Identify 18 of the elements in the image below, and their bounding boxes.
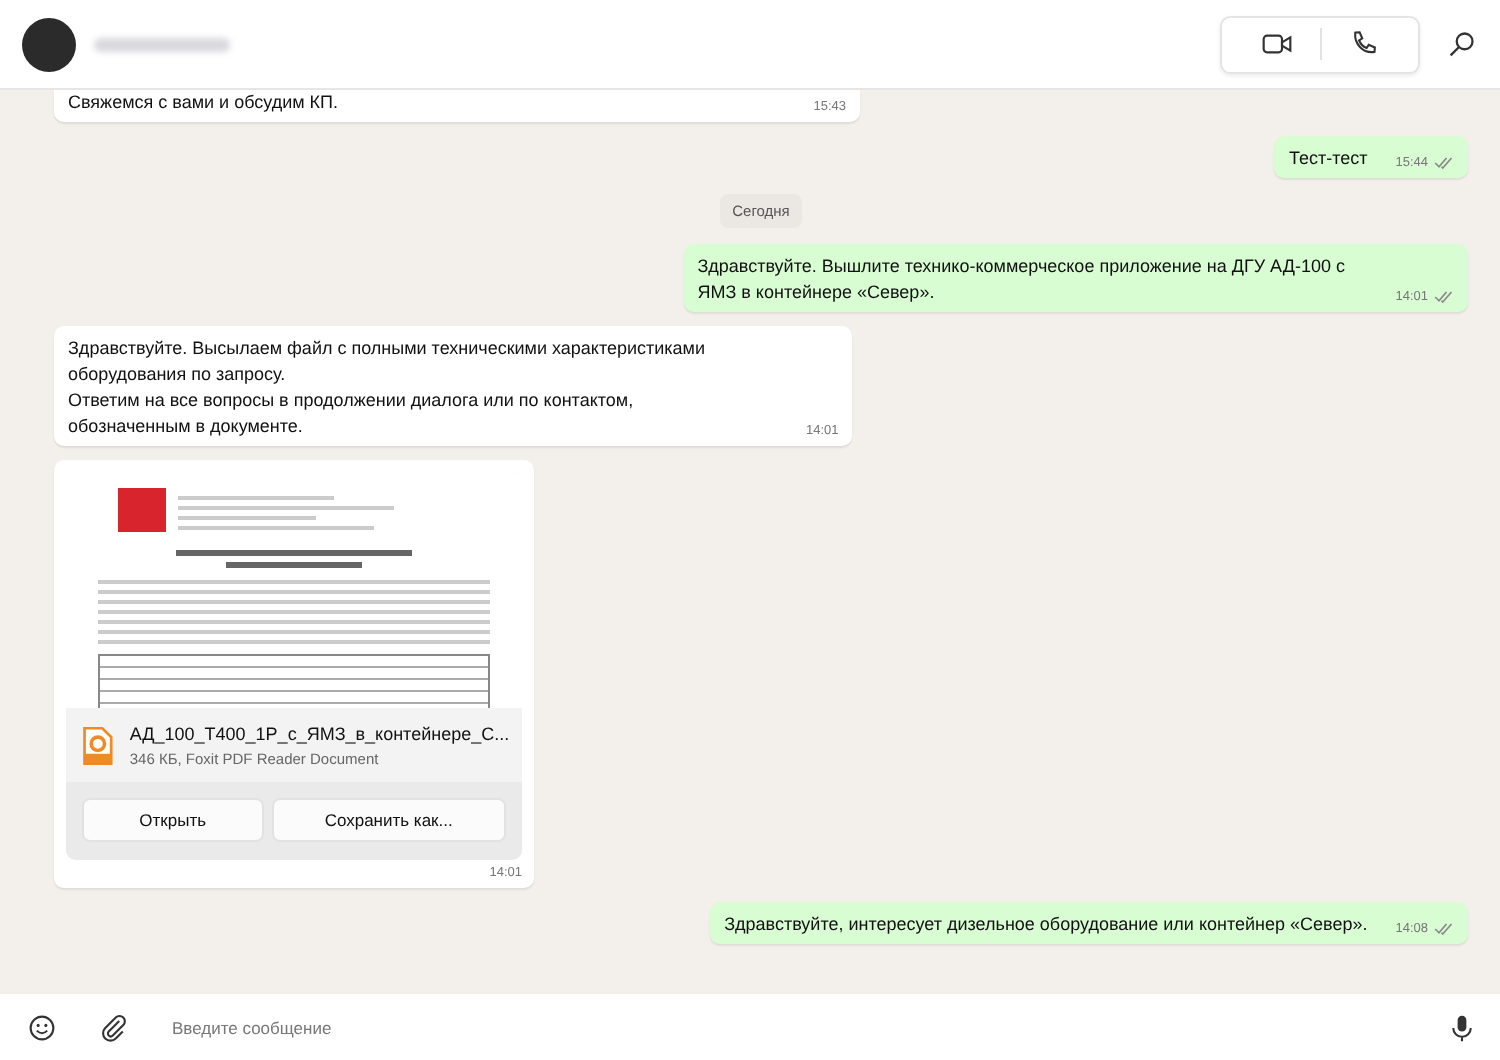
message-text: Здравствуйте. Вышлите технико-коммерческое приложение на ДГУ АД-100 с ЯМЗ в контейнере «Север».: [697, 254, 1347, 306]
message-text: Здравствуйте. Высылаем файл с полными техническими характеристиками оборудования по запросу. Ответим на все вопросы в продолжении диалога или по контактом, обозначенным в документе.: [68, 336, 708, 440]
save-as-button[interactable]: Сохранить как...: [271, 798, 506, 842]
phone-icon[interactable]: [1350, 30, 1378, 58]
pdf-file-icon: [82, 725, 114, 765]
blurred-contact-name: [94, 37, 230, 51]
message-text: Здравствуйте, интересует дизельное оборудование или контейнер «Север».: [724, 912, 1368, 938]
file-name: АД_100_Т400_1Р_с_ЯМЗ_в_контейнере_С...: [129, 722, 506, 746]
avatar[interactable]: [22, 17, 76, 71]
open-button[interactable]: Открыть: [82, 798, 264, 842]
search-icon[interactable]: [1448, 30, 1476, 58]
paperclip-icon[interactable]: [100, 1013, 128, 1041]
video-camera-icon[interactable]: [1262, 32, 1292, 56]
message-input[interactable]: Введите сообщение: [172, 1017, 1448, 1037]
emoji-icon[interactable]: [28, 1013, 56, 1041]
message-text: Свяжемся с вами и обсудим КП.: [68, 90, 339, 116]
microphone-icon[interactable]: [1448, 1013, 1476, 1041]
message-text: Тест-тест: [1288, 146, 1368, 172]
